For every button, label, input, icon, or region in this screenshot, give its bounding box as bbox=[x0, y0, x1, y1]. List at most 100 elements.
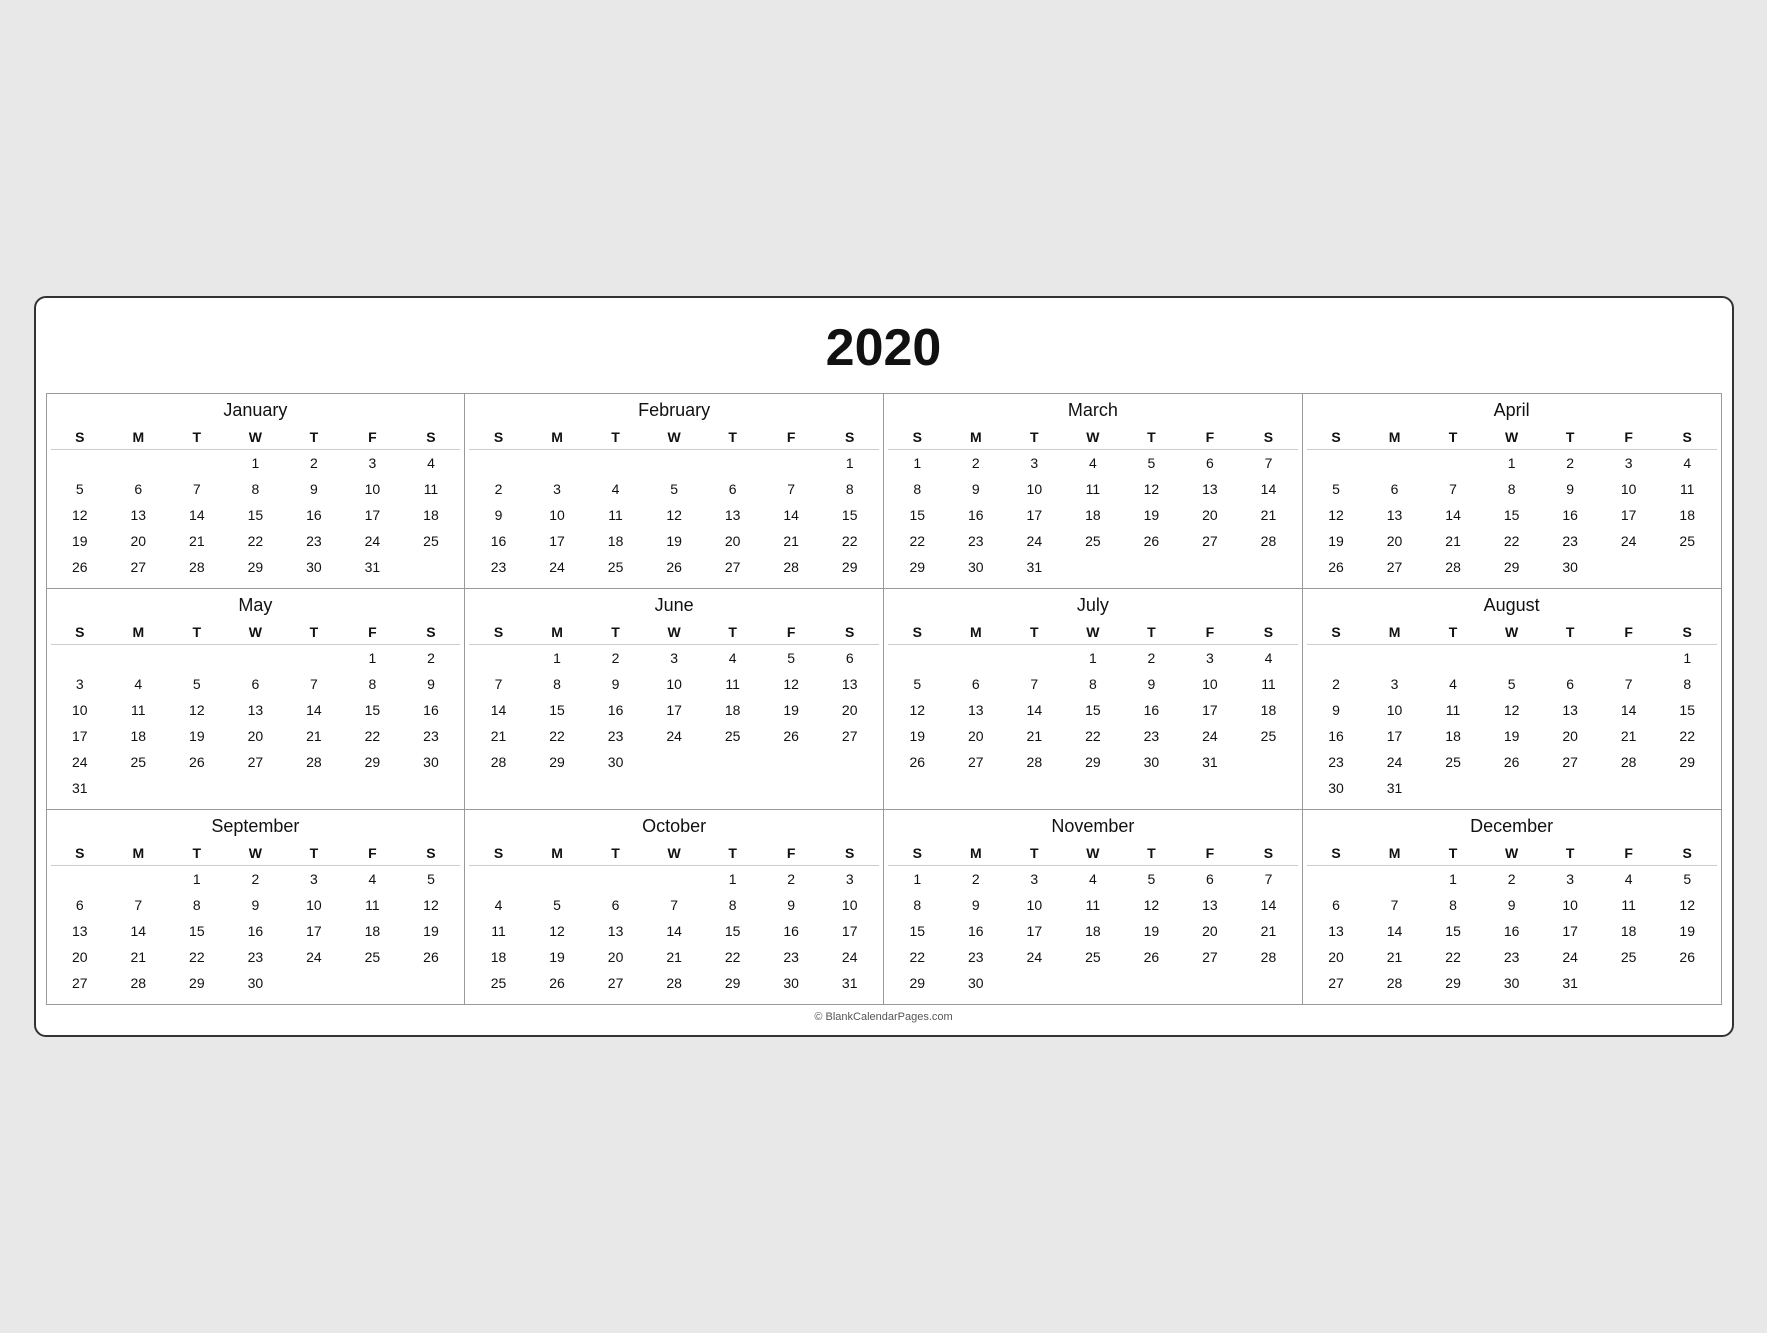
day-cell: 25 bbox=[469, 970, 528, 996]
day-cell: 10 bbox=[1541, 892, 1600, 918]
day-cell: 11 bbox=[1424, 697, 1483, 723]
day-header: W bbox=[645, 425, 704, 450]
day-cell: 13 bbox=[1307, 918, 1366, 944]
day-cell: 23 bbox=[1482, 944, 1541, 970]
day-cell: 21 bbox=[1365, 944, 1424, 970]
week-row: 12 bbox=[51, 645, 461, 672]
day-cell: 19 bbox=[645, 528, 704, 554]
day-cell: 2 bbox=[469, 476, 528, 502]
day-cell: 17 bbox=[528, 528, 587, 554]
week-row: 23242526272829 bbox=[1307, 749, 1717, 775]
day-cell: 5 bbox=[168, 671, 227, 697]
day-cell: 10 bbox=[1599, 476, 1658, 502]
day-cell: 25 bbox=[343, 944, 402, 970]
month-table: SMTWTFS123456789101112131415161718192021… bbox=[1307, 841, 1717, 996]
day-header: S bbox=[1658, 425, 1717, 450]
day-cell: 23 bbox=[285, 528, 344, 554]
day-cell bbox=[528, 450, 587, 477]
day-cell: 11 bbox=[1239, 671, 1298, 697]
day-cell: 23 bbox=[947, 944, 1006, 970]
day-cell: 22 bbox=[1064, 723, 1123, 749]
week-row: 282930 bbox=[469, 749, 879, 775]
month-table: SMTWTFS123456789101112131415161718192021… bbox=[51, 425, 461, 580]
day-cell bbox=[1365, 645, 1424, 672]
day-cell bbox=[1599, 554, 1658, 580]
day-cell: 24 bbox=[1541, 944, 1600, 970]
day-cell: 22 bbox=[168, 944, 227, 970]
day-cell: 30 bbox=[947, 554, 1006, 580]
day-cell: 12 bbox=[528, 918, 587, 944]
month-table: SMTWTFS123456789101112131415161718192021… bbox=[469, 620, 879, 775]
day-cell bbox=[528, 866, 587, 893]
week-row: 2345678 bbox=[1307, 671, 1717, 697]
day-cell: 24 bbox=[820, 944, 879, 970]
day-header: T bbox=[586, 841, 645, 866]
day-cell bbox=[168, 775, 227, 801]
day-cell: 27 bbox=[1365, 554, 1424, 580]
day-cell: 4 bbox=[1658, 450, 1717, 477]
week-row: 12131415161718 bbox=[888, 697, 1298, 723]
day-cell: 20 bbox=[226, 723, 285, 749]
day-header: T bbox=[168, 841, 227, 866]
day-cell: 13 bbox=[226, 697, 285, 723]
day-cell: 21 bbox=[1239, 918, 1298, 944]
day-cell: 21 bbox=[762, 528, 821, 554]
day-cell bbox=[109, 866, 168, 893]
month-cell-february: FebruarySMTWTFS1234567891011121314151617… bbox=[465, 394, 884, 589]
day-header: S bbox=[1658, 841, 1717, 866]
day-cell: 8 bbox=[168, 892, 227, 918]
day-header: M bbox=[1365, 425, 1424, 450]
day-cell: 17 bbox=[1005, 918, 1064, 944]
footer-text: © BlankCalendarPages.com bbox=[46, 1005, 1722, 1025]
day-cell: 23 bbox=[586, 723, 645, 749]
day-cell: 1 bbox=[1424, 866, 1483, 893]
day-cell: 8 bbox=[888, 892, 947, 918]
day-cell: 17 bbox=[285, 918, 344, 944]
day-cell: 10 bbox=[285, 892, 344, 918]
day-cell: 1 bbox=[528, 645, 587, 672]
day-cell: 5 bbox=[402, 866, 461, 893]
day-cell: 29 bbox=[1064, 749, 1123, 775]
day-cell: 5 bbox=[1658, 866, 1717, 893]
day-header: T bbox=[1541, 620, 1600, 645]
day-cell: 11 bbox=[1658, 476, 1717, 502]
month-cell-april: AprilSMTWTFS1234567891011121314151617181… bbox=[1303, 394, 1722, 589]
day-cell: 5 bbox=[1482, 671, 1541, 697]
day-cell: 17 bbox=[1005, 502, 1064, 528]
week-row: 293031 bbox=[888, 554, 1298, 580]
day-header: T bbox=[168, 620, 227, 645]
day-header: F bbox=[762, 841, 821, 866]
day-cell bbox=[1005, 645, 1064, 672]
day-header: T bbox=[1005, 620, 1064, 645]
day-cell: 26 bbox=[1658, 944, 1717, 970]
day-cell: 22 bbox=[528, 723, 587, 749]
day-header: S bbox=[888, 841, 947, 866]
day-cell: 13 bbox=[1365, 502, 1424, 528]
week-row: 15161718192021 bbox=[888, 918, 1298, 944]
day-cell: 30 bbox=[402, 749, 461, 775]
day-header: M bbox=[109, 841, 168, 866]
day-cell: 10 bbox=[1181, 671, 1240, 697]
day-cell: 3 bbox=[1005, 450, 1064, 477]
day-cell: 24 bbox=[528, 554, 587, 580]
day-cell: 18 bbox=[1064, 918, 1123, 944]
day-cell: 26 bbox=[528, 970, 587, 996]
day-cell: 21 bbox=[1424, 528, 1483, 554]
day-cell: 28 bbox=[1239, 528, 1298, 554]
day-cell: 29 bbox=[1424, 970, 1483, 996]
day-cell: 5 bbox=[888, 671, 947, 697]
day-cell bbox=[703, 450, 762, 477]
day-cell: 14 bbox=[168, 502, 227, 528]
day-cell: 12 bbox=[1482, 697, 1541, 723]
week-row: 23242526272829 bbox=[469, 554, 879, 580]
month-table: SMTWTFS123456789101112131415161718192021… bbox=[469, 841, 879, 996]
day-cell: 6 bbox=[947, 671, 1006, 697]
day-cell: 26 bbox=[645, 554, 704, 580]
day-cell: 25 bbox=[1064, 528, 1123, 554]
month-table: SMTWTFS123456789101112131415161718192021… bbox=[1307, 620, 1717, 801]
day-cell bbox=[109, 775, 168, 801]
day-cell: 1 bbox=[703, 866, 762, 893]
day-header: S bbox=[402, 425, 461, 450]
day-cell: 28 bbox=[1005, 749, 1064, 775]
week-row: 567891011 bbox=[51, 476, 461, 502]
